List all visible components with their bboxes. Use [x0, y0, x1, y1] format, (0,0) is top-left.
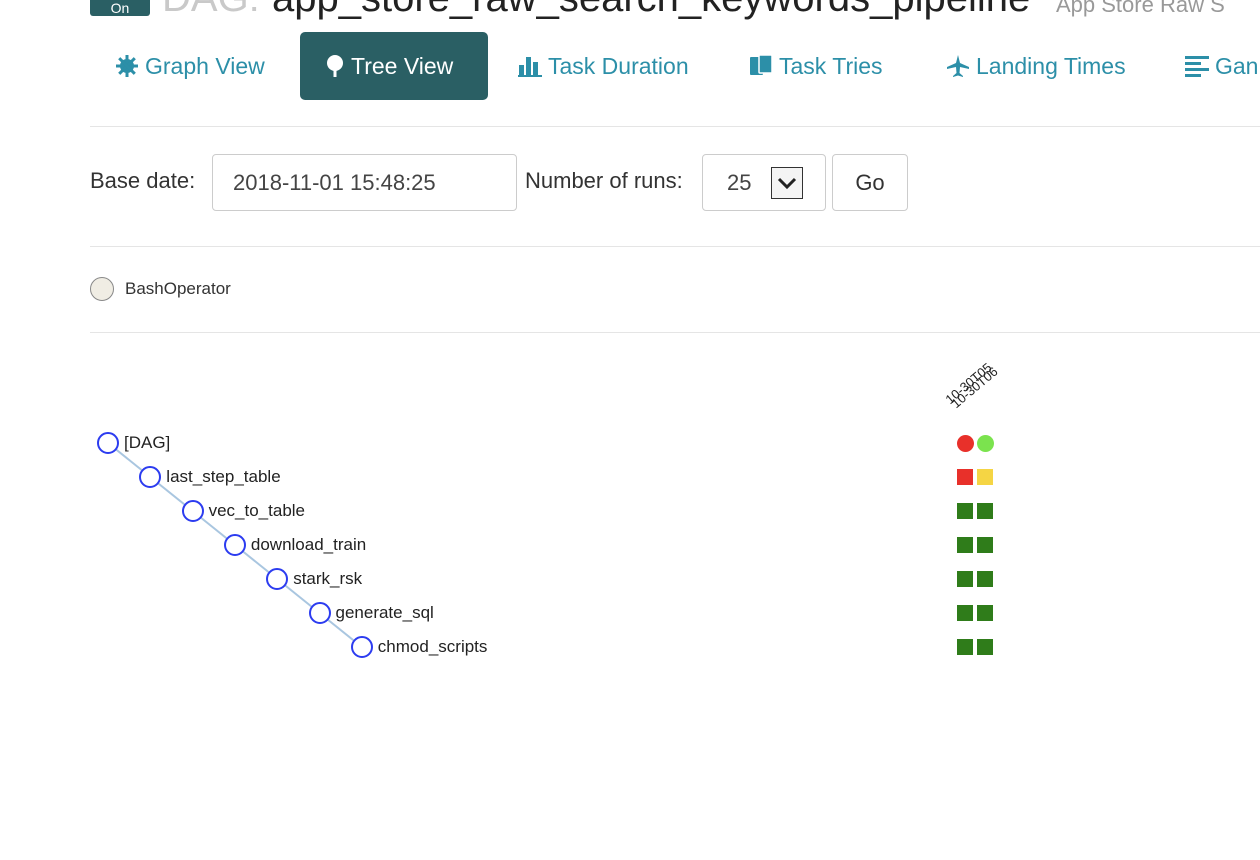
tab-task-duration[interactable]: Task Duration	[518, 32, 689, 100]
tab-gantt[interactable]: Gan	[1185, 32, 1258, 100]
base-date-input[interactable]: 2018-11-01 15:48:25	[212, 154, 517, 211]
tab-label: Graph View	[145, 53, 265, 79]
tab-label: Gan	[1215, 53, 1259, 79]
task-instance-square[interactable]	[977, 605, 993, 621]
task-instance-square[interactable]	[957, 605, 973, 621]
dag-run-status[interactable]	[957, 435, 974, 452]
tree-node-label[interactable]: chmod_scripts	[378, 637, 488, 657]
tab-label: Tree View	[351, 53, 454, 79]
task-instance-square[interactable]	[977, 469, 993, 485]
tab-tree-view[interactable]: Tree View	[300, 32, 488, 100]
go-button[interactable]: Go	[832, 154, 908, 211]
tree-node-circle[interactable]	[350, 636, 373, 658]
tab-landing-times[interactable]: Landing Times	[946, 32, 1126, 100]
divider	[90, 246, 1260, 247]
num-runs-label: Number of runs:	[525, 168, 683, 193]
task-instance-square[interactable]	[957, 571, 973, 587]
legend-operator-label: BashOperator	[125, 279, 231, 298]
tree-node-circle[interactable]	[308, 602, 331, 624]
bar-chart-icon	[518, 55, 542, 77]
task-instance-square[interactable]	[977, 503, 993, 519]
divider	[90, 332, 1260, 333]
align-left-icon	[1185, 55, 1209, 77]
dag-prefix: DAG:	[162, 0, 260, 20]
tree-node-label[interactable]: vec_to_table	[209, 501, 305, 521]
base-date-label: Base date:	[90, 168, 196, 193]
task-instance-square[interactable]	[977, 571, 993, 587]
tree-icon	[325, 54, 345, 78]
tree-node-label[interactable]: stark_rsk	[293, 569, 362, 589]
dag-header: On DAG: app_store_raw_search_keywords_pi…	[0, 0, 1260, 20]
tab-task-tries[interactable]: Task Tries	[749, 32, 883, 100]
task-instance-square[interactable]	[977, 537, 993, 553]
plane-icon	[946, 54, 970, 78]
divider	[90, 126, 1260, 127]
view-tabs: Graph View Tree View Task Duration Task …	[90, 32, 1260, 100]
tree-links	[107, 442, 363, 648]
task-instance-square[interactable]	[957, 537, 973, 553]
task-instance-square[interactable]	[957, 469, 973, 485]
tab-label: Task Tries	[779, 53, 883, 79]
tree-node-circle[interactable]	[223, 534, 246, 556]
num-runs-value: 25	[727, 170, 752, 195]
tree-node-label[interactable]: download_train	[251, 535, 366, 555]
tree-node-circle[interactable]	[97, 432, 119, 454]
tab-label: Landing Times	[976, 53, 1126, 79]
task-instance-square[interactable]	[957, 639, 973, 655]
tab-label: Task Duration	[548, 53, 689, 79]
dag-description: App Store Raw S	[1056, 0, 1225, 17]
task-instance-square[interactable]	[957, 503, 973, 519]
tree-node-label[interactable]: generate_sql	[336, 603, 434, 623]
dag-run-status[interactable]	[977, 435, 994, 452]
num-runs-select[interactable]: 25	[702, 154, 826, 211]
legend-operator-swatch	[90, 277, 114, 301]
dag-title: app_store_raw_search_keywords_pipeline	[272, 0, 1030, 20]
task-instance-square[interactable]	[977, 639, 993, 655]
tab-graph-view[interactable]: Graph View	[115, 32, 265, 100]
tree-node-label[interactable]: [DAG]	[124, 433, 170, 453]
chevron-down-icon[interactable]	[771, 167, 803, 199]
dag-on-toggle[interactable]: On	[90, 0, 150, 16]
tree-node-circle[interactable]	[181, 500, 204, 522]
gear-icon	[115, 54, 139, 78]
copy-icon	[749, 54, 773, 78]
tree-node-label[interactable]: last_step_table	[166, 467, 280, 487]
